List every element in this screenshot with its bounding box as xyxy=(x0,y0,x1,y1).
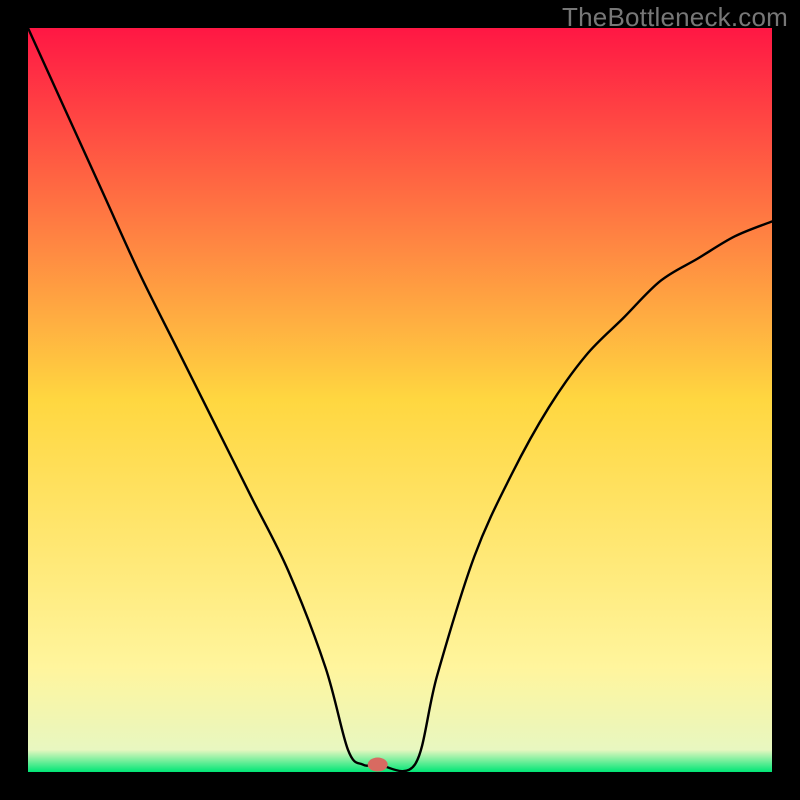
plot-area xyxy=(28,28,772,772)
chart-frame: TheBottleneck.com xyxy=(0,0,800,800)
marker-dot xyxy=(368,758,388,772)
gradient-background xyxy=(28,28,772,772)
chart-svg xyxy=(28,28,772,772)
